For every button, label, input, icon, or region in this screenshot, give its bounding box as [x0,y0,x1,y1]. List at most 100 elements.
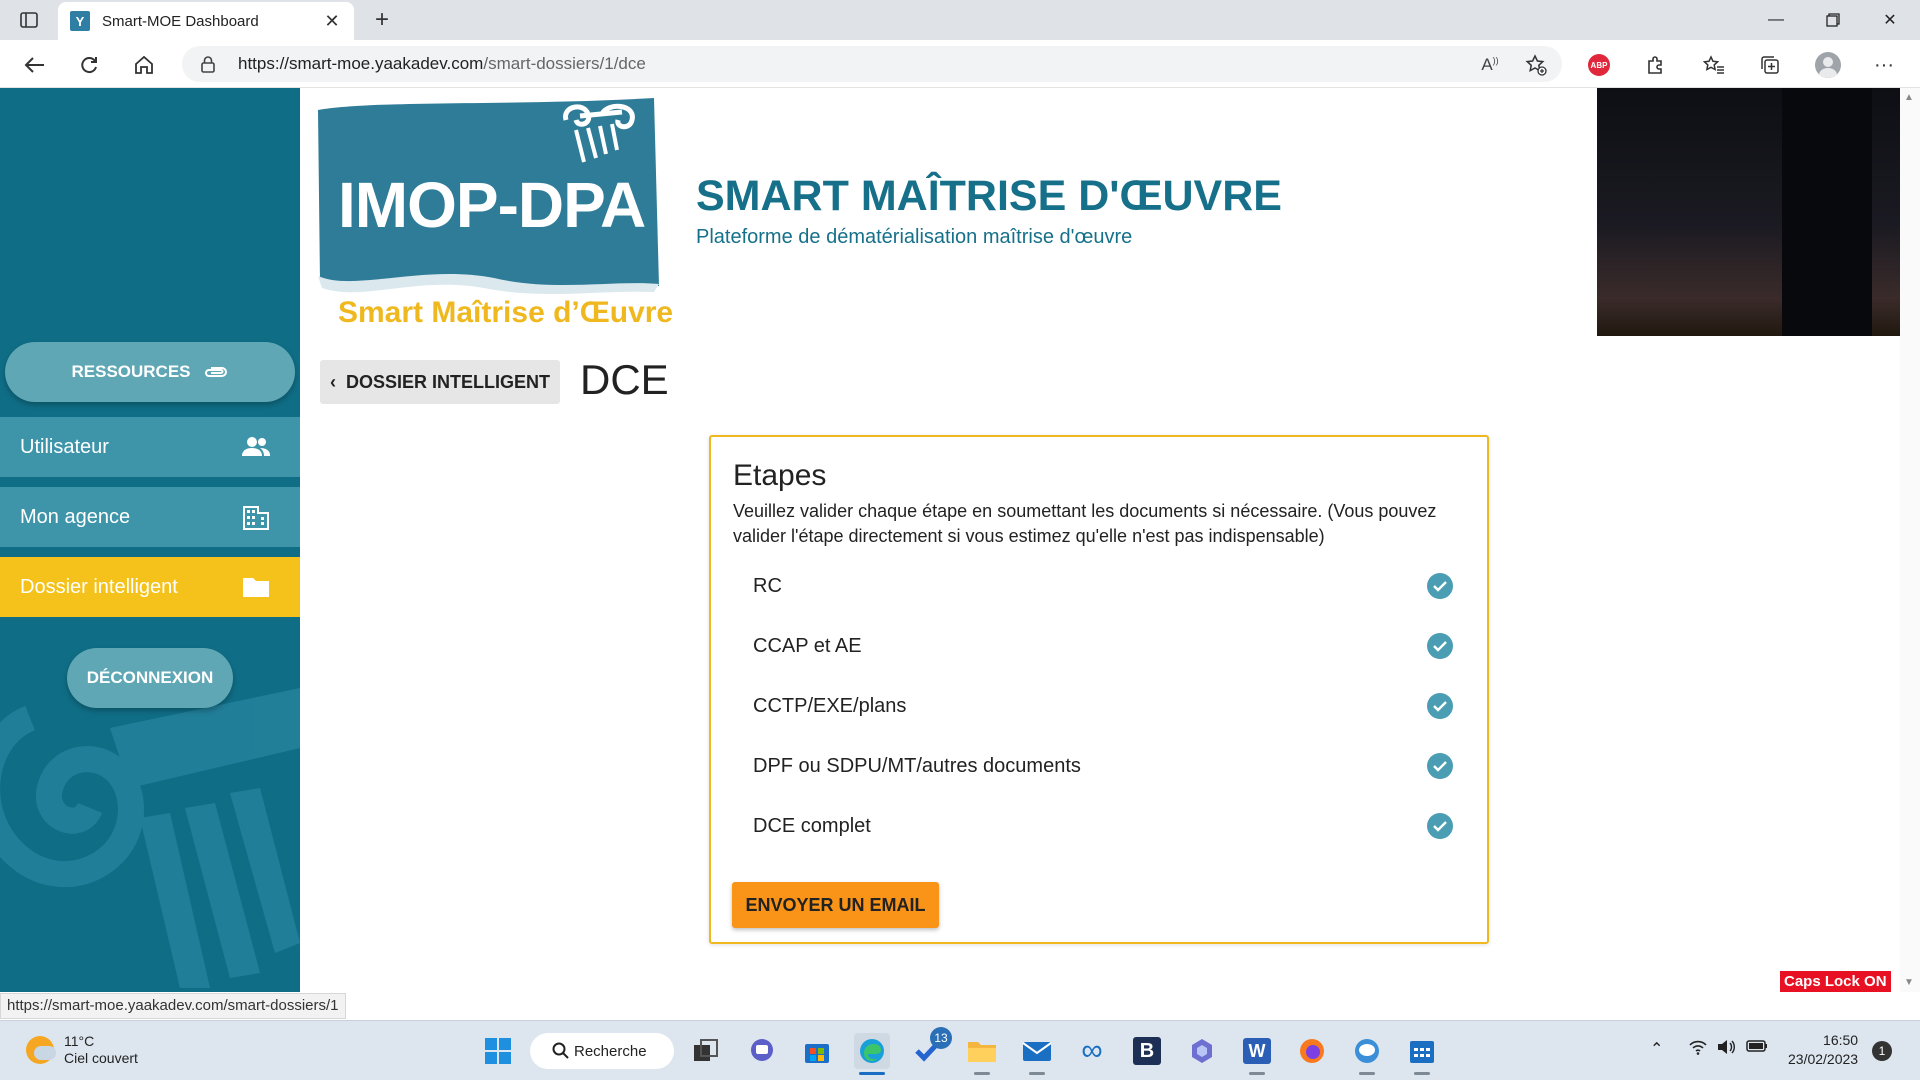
infinity-app-icon[interactable]: ∞ [1074,1033,1110,1069]
url-field[interactable]: https://smart-moe.yaakadev.com/smart-dos… [182,46,1562,82]
todo-badge: 13 [930,1027,952,1049]
taskbar-search[interactable]: Recherche [530,1033,674,1069]
site-header: IMOP-DPA Smart Maîtrise d’Œuvre SMART MA… [300,88,1900,338]
volume-icon[interactable] [1716,1039,1736,1060]
step-item[interactable]: CCAP et AE [753,626,1453,666]
step-label: CCAP et AE [753,634,862,657]
adblock-icon[interactable]: ABP [1584,50,1614,80]
lock-icon[interactable] [200,55,224,73]
sidebar-item-label: Utilisateur [20,435,109,458]
store-icon[interactable] [799,1033,835,1069]
site-subtitle: Plateforme de dématérialisation maîtrise… [696,226,1133,248]
send-email-button[interactable]: ENVOYER UN EMAIL [732,882,939,928]
step-label: DPF ou SDPU/MT/autres documents [753,754,1081,777]
teams-chat-icon[interactable] [744,1033,780,1069]
logo-subtitle: Smart Maîtrise d’Œuvre [338,296,674,329]
file-explorer-icon[interactable] [964,1033,1000,1075]
step-item[interactable]: DCE complet [753,806,1453,846]
check-icon[interactable] [1427,633,1453,659]
back-button-label: DOSSIER INTELLIGENT [345,371,550,392]
logo[interactable]: IMOP-DPA Smart Maîtrise d’Œuvre [314,96,673,336]
sidebar: RESSOURCES Utilisateur Mon agence Dossie… [0,88,300,992]
sidebar-item-dossier-intelligent[interactable]: Dossier intelligent [0,557,300,617]
sidebar-item-utilisateur[interactable]: Utilisateur [0,417,300,477]
step-item[interactable]: DPF ou SDPU/MT/autres documents [753,746,1453,786]
step-item[interactable]: CCTP/EXE/plans [753,686,1453,726]
clock[interactable]: 16:50 23/02/2023 [1788,1031,1858,1069]
tab-title: Smart-MOE Dashboard [102,12,259,30]
back-to-dossier-button[interactable]: ‹ DOSSIER INTELLIGENT [320,360,560,404]
step-label: DCE complet [753,814,871,837]
reload-icon[interactable] [74,50,104,80]
building-icon [243,506,269,530]
step-label: RC [753,574,782,597]
close-icon[interactable]: ✕ [322,11,342,32]
site-title: SMART MAÎTRISE D'ŒUVRE [696,172,1282,220]
weather-widget[interactable]: 11°C Ciel couvert [26,1033,138,1067]
url-text: https://smart-moe.yaakadev.com/smart-dos… [238,54,646,74]
window-close-icon[interactable]: ✕ [1870,6,1910,34]
column-ornament-icon [0,688,300,988]
caps-lock-indicator: Caps Lock ON [1780,971,1891,992]
notification-badge[interactable]: 1 [1872,1041,1892,1061]
browser-tab-bar: Y Smart-MOE Dashboard ✕ + — ✕ [0,0,1920,40]
folder-icon [243,578,269,597]
firefox-icon[interactable] [1294,1033,1330,1069]
logout-button[interactable]: DÉCONNEXION [67,648,233,708]
add-favorite-icon[interactable] [1521,50,1551,80]
start-icon[interactable] [480,1033,516,1069]
chat-app-icon[interactable] [1349,1033,1385,1075]
todo-icon[interactable]: 13 [910,1027,952,1069]
copilot-icon[interactable] [1184,1033,1220,1069]
logo-text: IMOP-DPA [338,169,646,241]
check-icon[interactable] [1427,573,1453,599]
word-icon[interactable]: W [1239,1033,1275,1075]
more-icon[interactable]: ··· [1869,50,1899,80]
minimize-icon[interactable]: — [1756,6,1796,34]
wifi-icon[interactable] [1688,1039,1708,1060]
hero-image [1597,88,1900,336]
search-icon [552,1042,569,1059]
status-bar-url: https://smart-moe.yaakadev.com/smart-dos… [0,993,346,1019]
taskbar: 11°C Ciel couvert Recherche 13 ∞ B W ⌃ 1… [0,1020,1920,1080]
read-aloud-icon[interactable]: A)) [1475,50,1505,80]
check-icon[interactable] [1427,813,1453,839]
browser-tab[interactable]: Y Smart-MOE Dashboard ✕ [58,2,354,40]
chevron-up-icon[interactable]: ⌃ [1650,1039,1663,1059]
favicon-icon: Y [70,11,90,31]
resources-button[interactable]: RESSOURCES [5,342,295,402]
sidebar-item-mon-agence[interactable]: Mon agence [0,487,300,547]
page-scrollbar[interactable]: ▲ ▼ [1900,88,1920,992]
clock-date: 23/02/2023 [1788,1051,1859,1067]
search-label: Recherche [574,1042,647,1060]
extensions-icon[interactable] [1640,50,1670,80]
address-bar: https://smart-moe.yaakadev.com/smart-dos… [0,40,1920,88]
sidebar-item-label: Dossier intelligent [20,575,178,598]
calendar-icon[interactable] [1404,1033,1440,1075]
mail-icon[interactable] [1019,1033,1055,1075]
home-icon[interactable] [129,50,159,80]
sidebar-toggle-icon[interactable] [18,9,40,31]
card-title: Etapes [733,459,827,492]
favorites-icon[interactable] [1699,50,1729,80]
edge-icon[interactable] [854,1033,890,1075]
check-icon[interactable] [1427,753,1453,779]
adblock-label: ABP [1588,54,1610,76]
battery-icon[interactable] [1746,1039,1768,1058]
back-icon[interactable] [20,50,50,80]
task-view-icon[interactable] [688,1033,724,1069]
b-app-icon[interactable]: B [1129,1033,1165,1069]
clock-time: 16:50 [1823,1032,1859,1048]
collections-icon[interactable] [1755,50,1785,80]
weather-desc: Ciel couvert [64,1050,138,1066]
profile-icon[interactable] [1813,50,1843,80]
new-tab-icon[interactable]: + [368,6,396,34]
chevron-left-icon: ‹ [329,371,336,392]
restore-icon[interactable] [1813,6,1853,34]
weather-icon [26,1036,56,1064]
check-icon[interactable] [1427,693,1453,719]
scroll-down-icon[interactable]: ▼ [1904,977,1914,988]
weather-temp: 11°C [64,1033,95,1049]
scroll-up-icon[interactable]: ▲ [1904,92,1914,103]
step-item[interactable]: RC [753,566,1453,606]
